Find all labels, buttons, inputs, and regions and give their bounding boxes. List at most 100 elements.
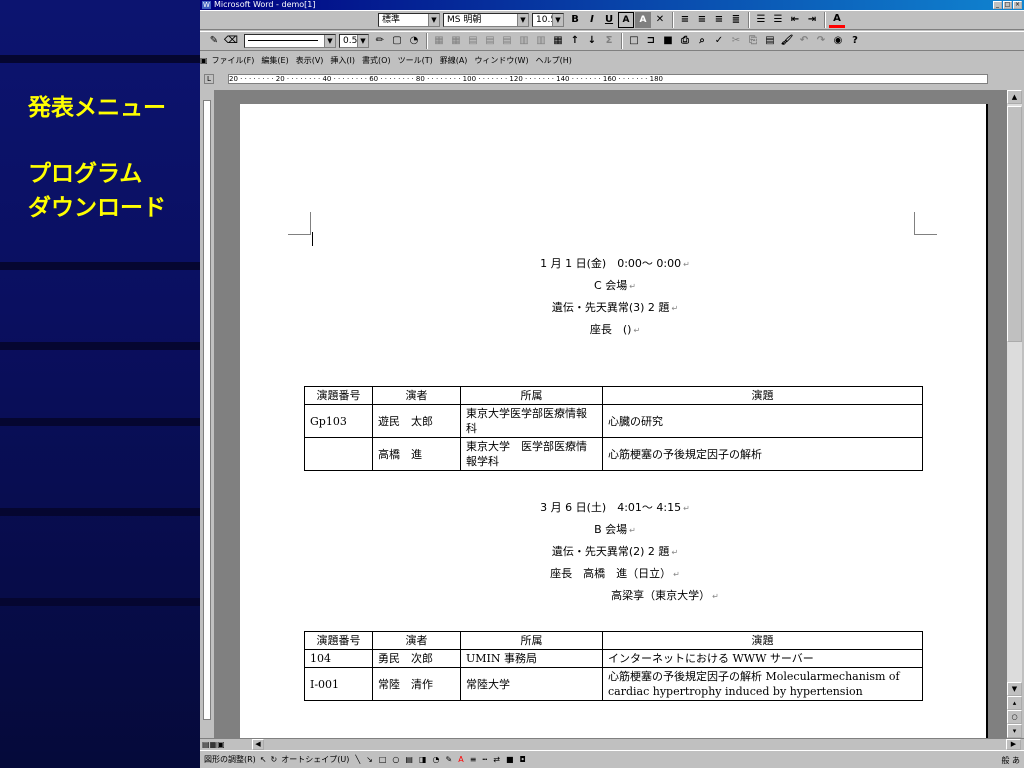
char-border-icon[interactable]: A [618, 12, 634, 28]
char-scale-icon[interactable]: ✕ [652, 12, 668, 28]
print-preview-icon[interactable]: ⌕ [694, 33, 710, 49]
bold-icon[interactable]: B [567, 12, 583, 28]
wordart-icon[interactable]: ◨ [419, 755, 427, 764]
menu-edit[interactable]: 編集(E) [261, 55, 288, 66]
oval-icon[interactable]: ○ [392, 755, 399, 764]
font-color-icon[interactable]: A [458, 755, 463, 764]
paste-icon[interactable]: ▤ [762, 33, 778, 49]
char-shading-icon[interactable]: A [635, 12, 651, 28]
menu-window[interactable]: ウィンドウ(W) [474, 55, 528, 66]
arrow-style-icon[interactable]: ⇄ [493, 755, 500, 764]
underline-icon[interactable]: U [601, 12, 617, 28]
document-page[interactable]: 1 月 1 日(金) 0:00～ 0:00 ↵ C 会場 ↵ 遺伝・先天異常(3) … [240, 104, 988, 738]
vertical-ruler[interactable] [200, 90, 214, 738]
line-width-combo[interactable]: 0.5 ▼ [339, 34, 369, 48]
shading-icon[interactable]: ◔ [406, 33, 422, 49]
bullets-icon[interactable]: ☰ [770, 12, 786, 28]
font-size-combo[interactable]: 10.5 ▼ [532, 13, 564, 27]
table-autoformat-icon[interactable]: ▦ [550, 33, 566, 49]
previous-page-button[interactable]: ▴ [1007, 696, 1022, 710]
decrease-indent-icon[interactable]: ⇤ [787, 12, 803, 28]
align-left-icon[interactable]: ≡ [677, 12, 693, 28]
autoshapes-menu-button[interactable]: オートシェイプ(U) [281, 754, 349, 765]
vertical-scrollbar[interactable]: ▲ ▼ ▴ ○ ▾ [1006, 90, 1022, 738]
session2-chair2-text: 高梁享（東京大学） [611, 589, 711, 602]
insert-table-icon: ▦ [434, 35, 444, 46]
paragraph-mark-icon: ↵ [629, 282, 636, 291]
title-bar: W Microsoft Word - demo[1] _ □ × [200, 0, 1024, 10]
align-right-icon[interactable]: ≡ [711, 12, 727, 28]
italic-icon[interactable]: I [584, 12, 600, 28]
maximize-button[interactable]: □ [1003, 1, 1012, 9]
menu-insert[interactable]: 挿入(I) [330, 55, 355, 66]
line-style-combo[interactable]: ▼ [244, 34, 336, 48]
scroll-up-button[interactable]: ▲ [1007, 90, 1022, 104]
session2-topic-text: 遺伝・先天異常(2) 2 題 [551, 545, 670, 558]
menu-file[interactable]: ファイル(F) [212, 55, 255, 66]
justify-icon[interactable]: ≣ [728, 12, 744, 28]
word-window: W Microsoft Word - demo[1] _ □ × 標準 ▼ MS … [200, 0, 1024, 768]
view-buttons[interactable]: ▤▦▣ [202, 740, 225, 749]
presentation-menu-link[interactable]: 発表メニュー [28, 92, 166, 124]
line-color-icon[interactable]: ✎ [446, 755, 453, 764]
sort-descending-icon[interactable]: ↓ [584, 33, 600, 49]
line-width-value: 0.5 [343, 36, 358, 46]
3d-icon[interactable]: ◘ [520, 755, 526, 764]
free-rotate-icon[interactable]: ↻ [271, 755, 278, 764]
pencil-icon[interactable]: ✎ [206, 33, 222, 49]
scroll-right-button[interactable]: ▶ [1006, 739, 1021, 750]
line-style-icon[interactable]: ≡ [470, 755, 477, 764]
align-middle-icon: ▤ [485, 35, 495, 46]
sort-ascending-icon[interactable]: ↑ [567, 33, 583, 49]
ime-status-icon[interactable]: 般 あ [1001, 755, 1020, 766]
scroll-left-button[interactable]: ◀ [252, 739, 264, 750]
textbox-icon[interactable]: ▤ [405, 755, 413, 764]
program-download-link-line2[interactable]: ダウンロード [28, 192, 166, 224]
horizontal-ruler[interactable]: L 20 · · · · · · · · 20 · · · · · · · · … [200, 71, 1024, 87]
menu-format[interactable]: 書式(O) [362, 55, 391, 66]
eraser-icon[interactable]: ⌫ [223, 33, 239, 49]
new-document-icon[interactable]: □ [626, 33, 642, 49]
font-color-icon[interactable]: A [829, 12, 845, 28]
tab-selector-icon[interactable]: L [204, 74, 214, 84]
font-combo[interactable]: MS 明朝 ▼ [443, 13, 529, 27]
paragraph-mark-icon: ↵ [683, 260, 690, 269]
select-objects-icon[interactable]: ↖ [260, 755, 267, 764]
web-toolbar-icon[interactable]: ◉ [830, 33, 846, 49]
menu-table[interactable]: 罫線(A) [440, 55, 468, 66]
spelling-icon[interactable]: ✓ [711, 33, 727, 49]
print-icon[interactable]: ⎙ [677, 33, 693, 49]
numbering-icon[interactable]: ☰ [753, 12, 769, 28]
dash-style-icon[interactable]: ┅ [482, 755, 487, 764]
scroll-down-button[interactable]: ▼ [1007, 682, 1022, 696]
scroll-thumb[interactable] [1007, 106, 1022, 342]
help-icon[interactable]: ? [847, 33, 863, 49]
horizontal-scrollbar[interactable]: ▤▦▣ ▶ ◀ [200, 738, 1024, 750]
menu-tools[interactable]: ツール(T) [398, 55, 433, 66]
open-folder-icon[interactable]: ⊐ [643, 33, 659, 49]
minimize-button[interactable]: _ [993, 1, 1002, 9]
arrow-icon[interactable]: ↘ [366, 755, 373, 764]
shadow-icon[interactable]: ■ [506, 755, 514, 764]
increase-indent-icon[interactable]: ⇥ [804, 12, 820, 28]
next-page-button[interactable]: ▾ [1007, 724, 1022, 738]
crop-mark [288, 212, 311, 235]
align-center-icon[interactable]: ≡ [694, 12, 710, 28]
table-header-row: 演題番号 演者 所属 演題 [304, 386, 923, 405]
align-top-icon: ▤ [468, 35, 478, 46]
program-download-link-line1[interactable]: プログラム [28, 158, 142, 190]
presentation-sidebar: 発表メニュー プログラム ダウンロード [0, 0, 200, 768]
borders-icon[interactable]: ▢ [389, 33, 405, 49]
menu-view[interactable]: 表示(V) [296, 55, 324, 66]
close-button[interactable]: × [1013, 1, 1022, 9]
draw-menu-button[interactable]: 図形の調整(R) [204, 754, 256, 765]
rectangle-icon[interactable]: □ [379, 755, 387, 764]
save-icon[interactable]: ■ [660, 33, 676, 49]
style-combo[interactable]: 標準 ▼ [378, 13, 440, 27]
border-color-icon[interactable]: ✏ [372, 33, 388, 49]
fill-color-icon[interactable]: ◔ [433, 755, 440, 764]
line-icon[interactable]: ╲ [355, 755, 360, 764]
format-painter-icon[interactable]: 🖌 [779, 33, 795, 49]
menu-help[interactable]: ヘルプ(H) [536, 55, 572, 66]
select-browse-object-button[interactable]: ○ [1007, 710, 1022, 724]
